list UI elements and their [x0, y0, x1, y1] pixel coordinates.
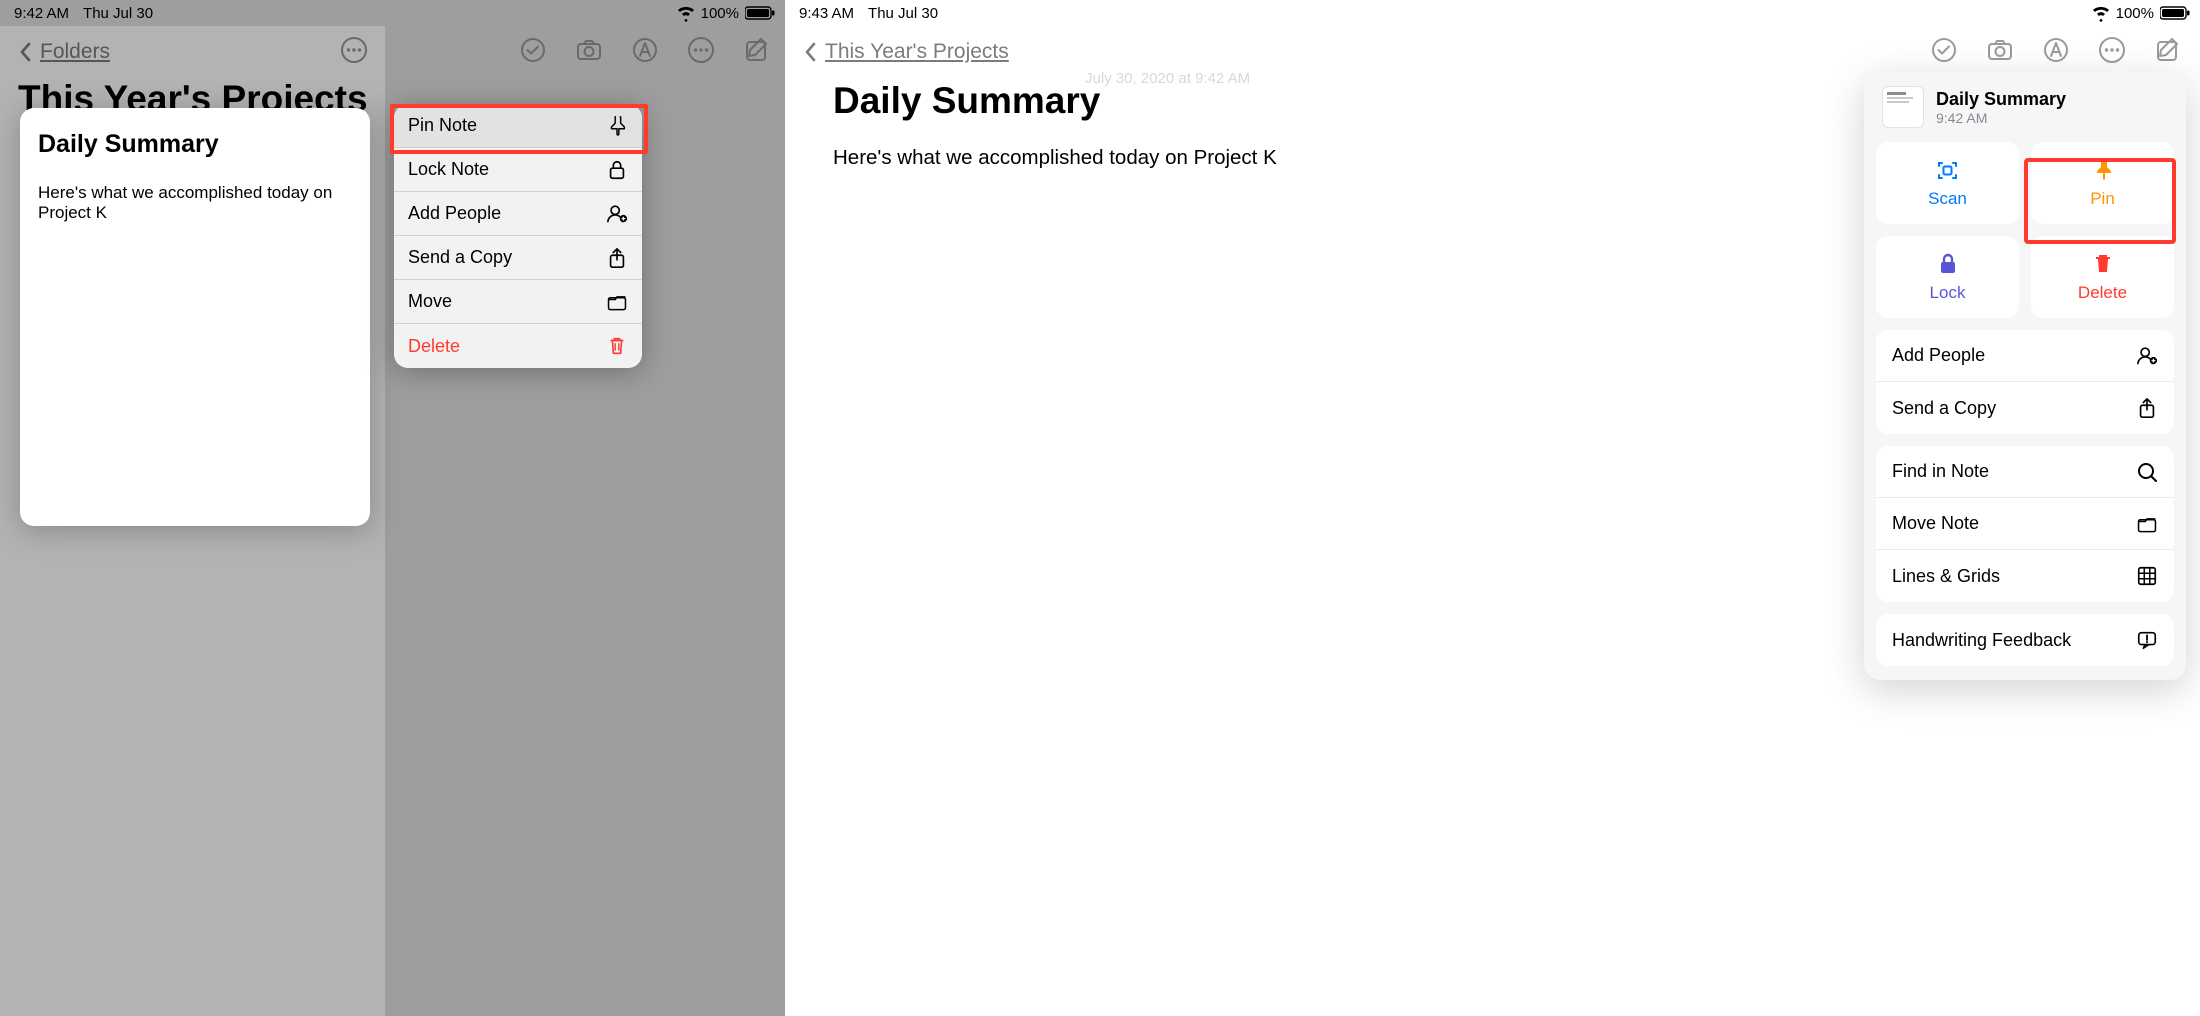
back-label: Folders — [40, 40, 110, 64]
row-find-in-note[interactable]: Find in Note — [1876, 446, 2174, 498]
row-send-copy[interactable]: Send a Copy — [1876, 382, 2174, 434]
menu-move[interactable]: Move — [394, 280, 642, 324]
folder-icon — [2136, 513, 2158, 535]
menu-send-copy[interactable]: Send a Copy — [394, 236, 642, 280]
tile-label: Pin — [2090, 189, 2115, 209]
pin-icon — [2090, 157, 2116, 183]
share-icon — [2136, 397, 2158, 419]
battery-icon — [2160, 5, 2190, 21]
tile-delete[interactable]: Delete — [2031, 236, 2174, 318]
row-label: Find in Note — [1892, 461, 1989, 482]
row-label: Send a Copy — [1892, 398, 1996, 419]
feedback-icon — [2136, 629, 2158, 651]
grid-icon — [2136, 565, 2158, 587]
compose-button[interactable] — [2154, 36, 2182, 64]
chevron-left-icon — [801, 41, 821, 63]
back-folders-link[interactable]: Folders — [16, 40, 110, 64]
status-time: 9:42 AM — [14, 5, 69, 22]
menu-label: Delete — [408, 336, 460, 357]
checklist-button[interactable] — [1930, 36, 1958, 64]
popover-subtitle: 9:42 AM — [1936, 110, 2066, 126]
trash-icon — [2090, 251, 2116, 277]
row-add-people[interactable]: Add People — [1876, 330, 2174, 382]
tile-label: Lock — [1930, 283, 1966, 303]
chevron-left-icon — [16, 41, 36, 63]
menu-label: Add People — [408, 203, 501, 224]
note-more-button[interactable] — [687, 36, 715, 64]
row-label: Handwriting Feedback — [1892, 630, 2071, 651]
status-bar-right: 9:43 AM Thu Jul 30 100% — [785, 0, 2200, 26]
note-date-ghost: July 30, 2020 at 9:42 AM — [1085, 70, 1250, 87]
status-date: Thu Jul 30 — [83, 5, 153, 22]
note-context-menu: Pin Note Lock Note Add People Send a Cop… — [394, 104, 642, 368]
tile-pin[interactable]: Pin — [2031, 142, 2174, 224]
row-handwriting-feedback[interactable]: Handwriting Feedback — [1876, 614, 2174, 666]
menu-label: Move — [408, 291, 452, 312]
lock-icon — [606, 159, 628, 181]
pin-icon — [606, 115, 628, 137]
menu-delete[interactable]: Delete — [394, 324, 642, 368]
note-actions-popover: Daily Summary 9:42 AM Scan Pin Lock Dele… — [1864, 72, 2186, 680]
checklist-button[interactable] — [519, 36, 547, 64]
note-body: Here's what we accomplished today on Pro… — [833, 146, 1277, 170]
markup-button[interactable] — [2042, 36, 2070, 64]
menu-label: Pin Note — [408, 115, 477, 136]
battery-percent: 100% — [701, 5, 739, 22]
tile-label: Scan — [1928, 189, 1967, 209]
sidebar-more-button[interactable] — [340, 36, 368, 64]
row-move-note[interactable]: Move Note — [1876, 498, 2174, 550]
camera-button[interactable] — [575, 36, 603, 64]
note-thumbnail — [1882, 86, 1924, 128]
back-label: This Year's Projects — [825, 40, 1009, 64]
add-people-icon — [2136, 345, 2158, 367]
note-preview-body: Here's what we accomplished today on Pro… — [38, 183, 352, 223]
row-lines-grids[interactable]: Lines & Grids — [1876, 550, 2174, 602]
scan-icon — [1935, 157, 1961, 183]
wifi-icon — [2092, 4, 2110, 22]
wifi-icon — [677, 4, 695, 22]
row-label: Add People — [1892, 345, 1985, 366]
share-icon — [606, 247, 628, 269]
battery-icon — [745, 5, 775, 21]
menu-label: Lock Note — [408, 159, 489, 180]
status-time: 9:43 AM — [799, 5, 854, 22]
note-more-button[interactable] — [2098, 36, 2126, 64]
tile-label: Delete — [2078, 283, 2127, 303]
note-title: Daily Summary — [833, 80, 1100, 122]
row-label: Lines & Grids — [1892, 566, 2000, 587]
row-label: Move Note — [1892, 513, 1979, 534]
add-people-icon — [606, 203, 628, 225]
popover-title: Daily Summary — [1936, 89, 2066, 110]
popover-header: Daily Summary 9:42 AM — [1876, 84, 2174, 142]
search-icon — [2136, 461, 2158, 483]
status-date: Thu Jul 30 — [868, 5, 938, 22]
tile-scan[interactable]: Scan — [1876, 142, 2019, 224]
camera-button[interactable] — [1986, 36, 2014, 64]
status-bar-left: 9:42 AM Thu Jul 30 100% — [0, 0, 785, 26]
menu-label: Send a Copy — [408, 247, 512, 268]
trash-icon — [606, 335, 628, 357]
note-preview-card[interactable]: Daily Summary Here's what we accomplishe… — [20, 108, 370, 526]
tile-lock[interactable]: Lock — [1876, 236, 2019, 318]
back-projects-link[interactable]: This Year's Projects — [801, 40, 1009, 64]
markup-button[interactable] — [631, 36, 659, 64]
menu-pin-note[interactable]: Pin Note — [394, 104, 642, 148]
battery-percent: 100% — [2116, 5, 2154, 22]
menu-add-people[interactable]: Add People — [394, 192, 642, 236]
lock-icon — [1935, 251, 1961, 277]
folder-icon — [606, 291, 628, 313]
menu-lock-note[interactable]: Lock Note — [394, 148, 642, 192]
note-preview-title: Daily Summary — [38, 130, 352, 159]
compose-button[interactable] — [743, 36, 771, 64]
